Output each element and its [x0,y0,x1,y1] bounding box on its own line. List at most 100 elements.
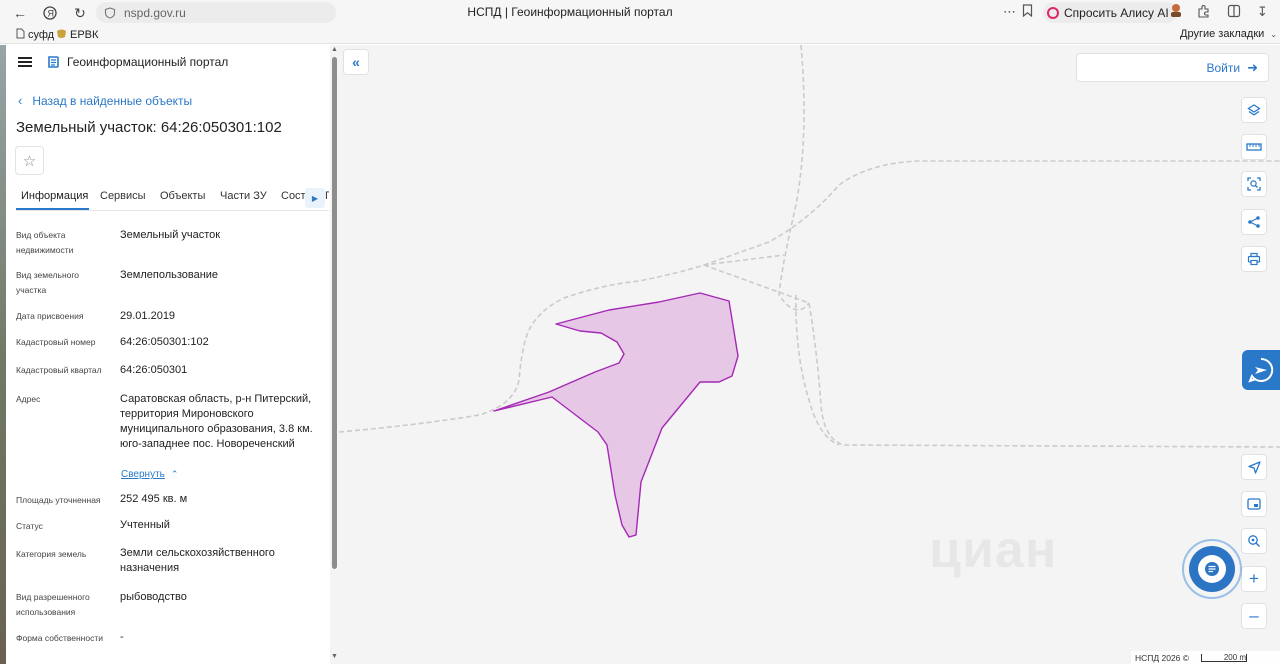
tab-services[interactable]: Сервисы [100,190,146,202]
detail-label: Кадастровый квартал [16,365,102,375]
map-canvas[interactable] [339,45,1280,664]
login-label: Войти [1206,60,1241,75]
search-location-button[interactable] [1241,528,1267,554]
print-button[interactable] [1241,246,1267,272]
back-link-label: Назад в найденные объекты [32,93,193,108]
zoom-out-icon: – [1249,606,1259,625]
measure-button[interactable] [1241,134,1267,160]
info-panel: Геоинформационный портал ‹ Назад в найде… [6,45,339,664]
scroll-up-icon[interactable]: ▲ [331,46,338,53]
road-vertical [778,45,810,311]
bookmark-sufd[interactable]: суфд [16,28,54,42]
layers-icon [1247,104,1261,116]
chat-button[interactable] [1189,546,1235,592]
object-title: Земельный участок: 64:26:050301:102 [16,119,282,136]
detail-value: 29.01.2019 [120,310,176,322]
map-attribution: НСПД 2026 © 200 m [1131,651,1280,664]
scrollbar-thumb[interactable] [332,57,337,569]
road-upper [703,160,1280,266]
collapse-address-link[interactable]: Свернуть ⌃ [121,469,178,480]
tab-objects[interactable]: Объекты [160,190,205,202]
caret-right-icon: ▶ [311,193,319,203]
panel-scrollbar[interactable]: ▲ ▼ [330,45,339,664]
bookmark-ervk[interactable]: ЕРВК [56,28,98,42]
portal-name: Геоинформационный портал [67,55,229,69]
detail-label: Адрес [16,394,41,404]
tab-parts[interactable]: Части ЗУ [220,190,267,202]
detail-label: Статус [16,521,43,531]
collapse-panel-button[interactable]: « [343,49,369,75]
chat-icon [1198,555,1226,583]
ruler-icon [1246,143,1262,151]
detail-label: Категория земель [16,549,87,559]
yandex-icon[interactable]: Я [40,3,60,23]
collections-icon[interactable] [1227,4,1241,21]
share-icon [1248,216,1260,228]
other-bookmarks[interactable]: Другие закладки ⌄ [1180,28,1277,40]
download-icon[interactable]: ↧ [1257,4,1268,20]
chevron-down-icon: ⌄ [1270,29,1277,39]
search-location-icon [1248,535,1260,547]
extensions-icon[interactable] [1197,4,1211,21]
detail-label: Вид объекта недвижимости [16,230,74,255]
bookmark-icon[interactable] [1022,4,1033,20]
layers-button[interactable] [1241,97,1267,123]
back-arrow-icon[interactable]: ← [10,3,30,23]
detail-label: Кадастровый номер [16,337,96,347]
zoom-in-button[interactable]: + [1241,566,1267,592]
page-icon [16,28,25,42]
copyright-text: НСПД 2026 © [1135,652,1190,663]
detail-label: Форма собственности [16,633,103,643]
extension-avatar-icon[interactable] [1168,2,1184,21]
land-parcel[interactable] [493,292,739,538]
zoom-in-icon: + [1249,569,1259,588]
chevron-up-icon: ⌃ [170,469,179,479]
alisa-icon [1047,6,1059,19]
select-area-icon [1247,177,1261,191]
detail-value: 252 495 кв. м [120,493,188,505]
reload-icon[interactable]: ↻ [70,3,90,23]
portal-logo-icon [48,56,59,68]
more-icon[interactable]: ⋯ [1003,4,1017,20]
assistant-tab[interactable] [1242,350,1280,390]
tab-information[interactable]: Информация [21,190,88,202]
detail-value: - [120,631,124,643]
address-bar[interactable]: nspd.gov.ru [96,2,336,23]
geolocation-button[interactable] [1241,454,1267,480]
scroll-down-icon[interactable]: ▼ [331,653,338,660]
detail-value: 64:26:050301:102 [120,336,209,348]
login-button[interactable]: Войти ➜ [1076,53,1269,82]
detail-value: 64:26:050301 [120,364,188,376]
assistant-icon [1248,357,1274,383]
scale-label: 200 m [1223,652,1247,662]
select-area-button[interactable] [1241,171,1267,197]
detail-value: Земельный участок [120,229,221,241]
cian-watermark: циан [929,521,1058,579]
detail-label: Площадь уточненная [16,495,101,505]
browser-tab-title: НСПД | Геоинформационный портал [467,5,673,19]
zoom-out-button[interactable]: – [1241,603,1267,629]
favorite-button[interactable]: ☆ [15,146,44,175]
bookmark-label: суфд [28,29,55,41]
map-view[interactable]: циан « Войти ➜ + – НСПД 2026 © 200 m [339,45,1280,664]
menu-icon[interactable] [18,57,32,67]
chevron-left-icon: ‹ [18,93,23,108]
browser-toolbar: ← Я ↻ nspd.gov.ru НСПД | Геоинформационн… [0,0,1280,25]
detail-value: рыбоводство [120,591,187,603]
back-to-results-link[interactable]: ‹ Назад в найденные объекты [18,93,192,108]
detail-value: Землепользование [120,269,219,281]
detail-label: Вид разрешенного использования [16,592,90,617]
shield-icon [104,6,116,19]
svg-text:Я: Я [48,9,55,19]
address-value: Саратовская область, р-н Питерский, терр… [120,393,313,450]
login-icon: ➜ [1247,59,1258,75]
tab-more[interactable]: П [325,190,329,202]
share-button[interactable] [1241,209,1267,235]
star-icon: ☆ [22,152,37,170]
tabs-scroll-right-button[interactable]: ▶ [305,188,325,208]
emblem-icon [56,28,67,42]
ask-alisa-button[interactable]: Спросить Алису AI [1043,2,1177,23]
bookmark-label: ЕРВК [70,29,99,41]
detail-label: Дата присвоения [16,311,84,321]
minimap-button[interactable] [1241,491,1267,517]
